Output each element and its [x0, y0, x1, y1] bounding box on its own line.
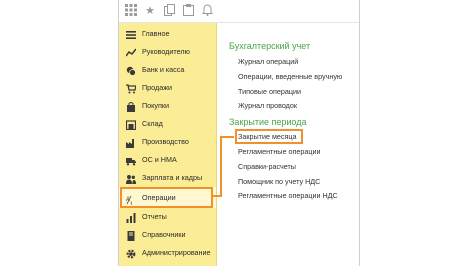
- star-icon[interactable]: ★: [143, 4, 157, 18]
- sidebar-item-label: Отчеты: [142, 212, 167, 221]
- sidebar-item-bank[interactable]: Банк и касса: [119, 61, 216, 79]
- operations-icon: At: [126, 192, 136, 207]
- copy-icon[interactable]: [162, 4, 176, 18]
- sidebar: Главное Руководителю Банк и касса Продаж…: [119, 23, 217, 266]
- sidebar-item-label: Администрирование: [142, 248, 211, 257]
- link-manual-operations[interactable]: Операции, введенные вручную: [238, 71, 342, 83]
- link-vat-routine-operations[interactable]: Регламентные операции НДС: [238, 190, 338, 202]
- sidebar-item-fixed-assets[interactable]: ОС и НМА: [119, 151, 216, 169]
- section-title-period-closing: Закрытие периода: [229, 117, 307, 127]
- link-standard-operations[interactable]: Типовые операции: [238, 86, 301, 98]
- link-calculation-statements[interactable]: Справки-расчеты: [238, 161, 296, 173]
- sidebar-item-label: Главное: [142, 29, 170, 38]
- link-month-closing[interactable]: Закрытие месяца: [238, 131, 297, 143]
- sidebar-item-main[interactable]: Главное: [119, 25, 216, 43]
- sidebar-item-label: ОС и НМА: [142, 155, 177, 164]
- svg-text:t: t: [131, 201, 133, 205]
- sidebar-item-catalogs[interactable]: Справочники: [119, 226, 216, 244]
- sidebar-item-sales[interactable]: Продажи: [119, 79, 216, 97]
- factory-icon: [126, 137, 136, 148]
- clipboard-icon[interactable]: [181, 4, 195, 18]
- sidebar-item-payroll[interactable]: Зарплата и кадры: [119, 169, 216, 187]
- sidebar-item-label: Продажи: [142, 83, 173, 92]
- bag-icon: [126, 101, 136, 112]
- bank-icon: [126, 65, 136, 76]
- sidebar-item-warehouse[interactable]: Склад: [119, 115, 216, 133]
- truck-icon: [126, 155, 136, 166]
- link-routine-operations[interactable]: Регламентные операции: [238, 146, 321, 158]
- sidebar-item-label: Справочники: [142, 230, 186, 239]
- link-operations-journal[interactable]: Журнал операций: [238, 56, 298, 68]
- operations-panel: Бухгалтерский учет Журнал операций Опера…: [217, 23, 359, 266]
- sidebar-item-production[interactable]: Производство: [119, 133, 216, 151]
- chart-line-icon: [125, 47, 137, 57]
- section-title-accounting: Бухгалтерский учет: [229, 41, 311, 51]
- sidebar-item-operations[interactable]: At Операции: [119, 187, 216, 208]
- sidebar-item-label: Покупки: [142, 101, 170, 110]
- sidebar-item-label: Производство: [142, 137, 189, 146]
- sidebar-item-label: Зарплата и кадры: [142, 173, 203, 182]
- sidebar-item-administration[interactable]: Администрирование: [119, 244, 216, 262]
- gear-icon: [126, 248, 136, 259]
- warehouse-icon: [125, 119, 137, 131]
- grid-icon[interactable]: [124, 4, 138, 18]
- people-icon: [126, 173, 136, 184]
- report-icon: [126, 212, 136, 223]
- sidebar-item-purchases[interactable]: Покупки: [119, 97, 216, 115]
- menu-icon: [126, 29, 136, 39]
- toolbar: ★: [119, 0, 359, 23]
- link-postings-journal[interactable]: Журнал проводок: [238, 100, 297, 112]
- app-window: ★ Главное Руководителю Банк и касса Прод…: [118, 0, 360, 266]
- book-icon: [126, 230, 136, 241]
- sidebar-item-label: Склад: [142, 119, 163, 128]
- cart-icon: [126, 83, 137, 94]
- sidebar-item-label: Руководителю: [142, 47, 190, 56]
- sidebar-item-reports[interactable]: Отчеты: [119, 208, 216, 226]
- sidebar-item-label: Банк и касса: [142, 65, 185, 74]
- link-vat-assistant[interactable]: Помощник по учету НДС: [238, 176, 320, 188]
- sidebar-item-label: Операции: [142, 193, 176, 202]
- bell-icon[interactable]: [200, 4, 214, 18]
- sidebar-item-manager[interactable]: Руководителю: [119, 43, 216, 61]
